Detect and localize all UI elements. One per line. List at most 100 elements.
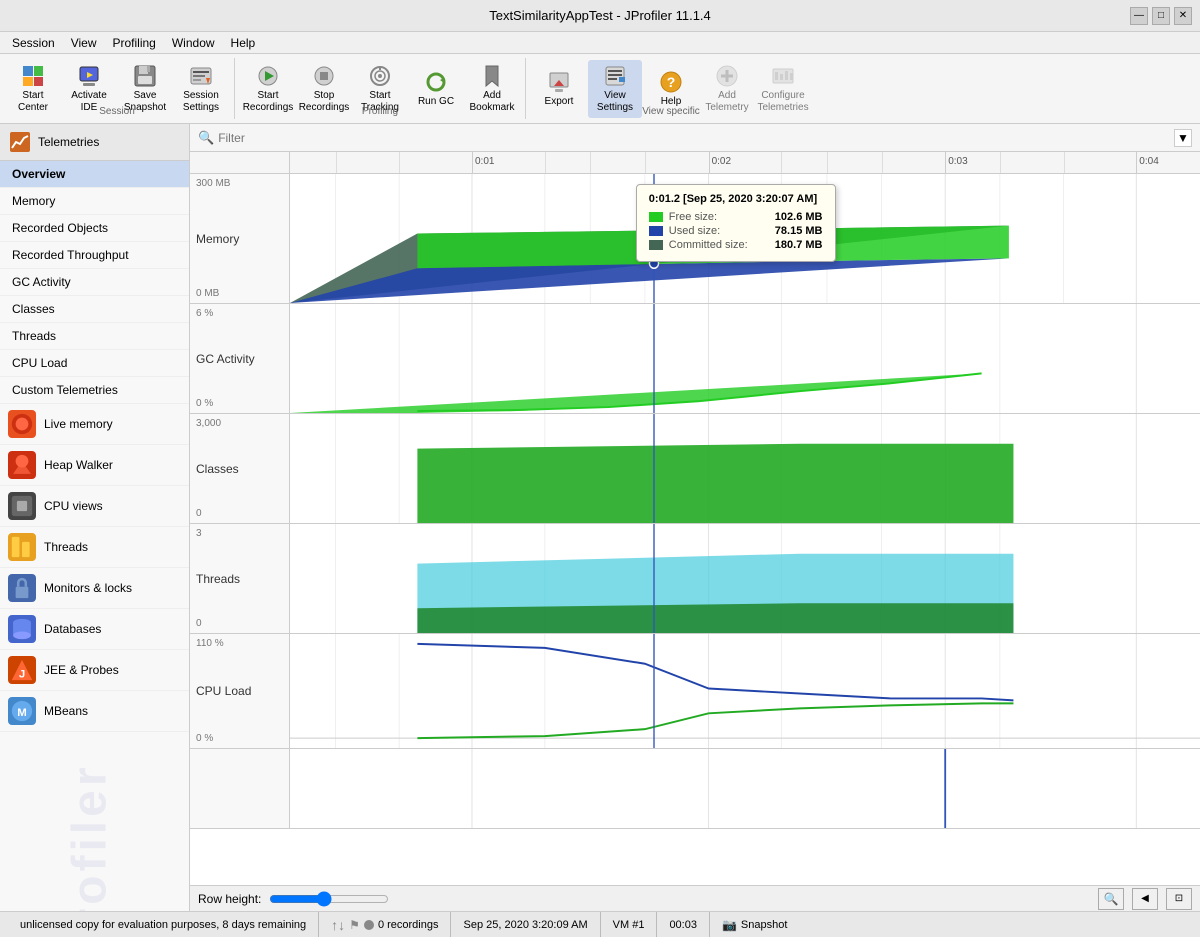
run-gc-label: Run GC — [418, 96, 454, 108]
ruler-tick-1: 0:02 — [709, 152, 731, 173]
sidebar-item-databases[interactable]: Databases — [0, 609, 189, 650]
sidebar-item-memory[interactable]: Memory — [0, 188, 189, 215]
sidebar-item-cpu-load[interactable]: CPU Load — [0, 350, 189, 377]
add-bookmark-label: AddBookmark — [469, 90, 514, 114]
export-button[interactable]: Export — [532, 60, 586, 118]
datetime-text: Sep 25, 2020 3:20:09 AM — [463, 919, 587, 931]
threads-icon — [8, 533, 36, 561]
chart-row-gc-activity: 6 % GC Activity 0 % — [190, 304, 1200, 414]
close-button[interactable]: ✕ — [1174, 7, 1192, 25]
timeline-container[interactable]: 0:01 0:02 0:03 0:04 — [190, 152, 1200, 885]
chart-row-cpu-load: 110 % CPU Load 0 % — [190, 634, 1200, 749]
menu-view[interactable]: View — [63, 34, 105, 52]
chart-label-threads: 3 Threads 0 — [190, 524, 290, 633]
export-label: Export — [545, 96, 574, 108]
toolbar: StartCenter ActivateIDE SaveSnapshot Ses… — [0, 54, 1200, 124]
window-title: TextSimilarityAppTest - JProfiler 11.1.4 — [489, 8, 711, 23]
menu-session[interactable]: Session — [4, 34, 63, 52]
ruler-label-area — [190, 152, 290, 173]
sidebar-item-classes[interactable]: Classes — [0, 296, 189, 323]
databases-icon — [8, 615, 36, 643]
filter-dropdown-button[interactable]: ▼ — [1174, 129, 1192, 147]
memory-chart-svg — [290, 174, 1200, 303]
filter-input[interactable] — [218, 131, 1170, 145]
view-settings-button[interactable]: ViewSettings — [588, 60, 642, 118]
menu-profiling[interactable]: Profiling — [105, 34, 164, 52]
cpu-chart-svg — [290, 634, 1200, 748]
row-height-label: Row height: — [198, 892, 261, 906]
svg-text:?: ? — [667, 74, 676, 90]
add-telemetry-button[interactable]: AddTelemetry — [700, 60, 754, 118]
sidebar-item-jee-probes[interactable]: J JEE & Probes — [0, 650, 189, 691]
row-height-slider[interactable] — [269, 891, 389, 907]
time-ruler: 0:01 0:02 0:03 0:04 — [190, 152, 1200, 174]
jee-probes-icon: J — [8, 656, 36, 684]
sidebar-item-gc-activity[interactable]: GC Activity — [0, 269, 189, 296]
filter-bar: 🔍 ▼ — [190, 124, 1200, 152]
view-settings-label: ViewSettings — [597, 90, 633, 114]
add-bookmark-button[interactable]: AddBookmark — [465, 60, 519, 118]
monitors-locks-icon — [8, 574, 36, 602]
status-datetime: Sep 25, 2020 3:20:09 AM — [451, 912, 600, 937]
sidebar-item-heap-walker[interactable]: Heap Walker — [0, 445, 189, 486]
chart-row-threads: 3 Threads 0 — [190, 524, 1200, 634]
minimize-button[interactable]: — — [1130, 7, 1148, 25]
title-bar: TextSimilarityAppTest - JProfiler 11.1.4… — [0, 0, 1200, 32]
chart-label-cpu: 110 % CPU Load 0 % — [190, 634, 290, 748]
sidebar-item-live-memory[interactable]: Live memory — [0, 404, 189, 445]
telemetries-title: Telemetries — [38, 135, 99, 149]
status-recordings: ↑↓ ⚑ 0 recordings — [319, 912, 451, 937]
stop-recordings-label: StopRecordings — [299, 90, 350, 114]
chart-canvas-memory: 0:01.2 [Sep 25, 2020 3:20:07 AM] Free si… — [290, 174, 1200, 303]
sidebar-item-threads[interactable]: Threads — [0, 323, 189, 350]
session-settings-button[interactable]: SessionSettings — [174, 60, 228, 118]
chart-canvas-classes — [290, 414, 1200, 523]
search-button[interactable]: 🔍 — [1098, 888, 1124, 910]
monitors-locks-label: Monitors & locks — [44, 581, 132, 595]
recordings-dot — [364, 920, 374, 930]
databases-label: Databases — [44, 622, 101, 636]
chart-row-memory: 300 MB Memory 0 MB — [190, 174, 1200, 304]
run-gc-button[interactable]: Run GC — [409, 60, 463, 118]
svg-text:J: J — [19, 669, 25, 681]
classes-chart-svg — [290, 414, 1200, 523]
ruler-tick-2: 0:03 — [945, 152, 967, 173]
sidebar-item-mbeans[interactable]: M MBeans — [0, 691, 189, 732]
sidebar-item-recorded-objects[interactable]: Recorded Objects — [0, 215, 189, 242]
sidebar-item-threads[interactable]: Threads — [0, 527, 189, 568]
configure-telemetries-button[interactable]: ConfigureTelemetries — [756, 60, 810, 118]
content-area: 🔍 ▼ 0:01 0:02 0:03 0:04 — [190, 124, 1200, 911]
maximize-button[interactable]: □ — [1152, 7, 1170, 25]
heap-walker-label: Heap Walker — [44, 458, 113, 472]
stop-recordings-button[interactable]: StopRecordings — [297, 60, 351, 118]
start-recordings-button[interactable]: StartRecordings — [241, 60, 295, 118]
menu-help[interactable]: Help — [223, 34, 264, 52]
empty-svg — [290, 749, 1200, 828]
add-telemetry-label: AddTelemetry — [705, 90, 748, 114]
search-prev-button[interactable]: ◀ — [1132, 888, 1158, 910]
sidebar-item-custom-telemetries[interactable]: Custom Telemetries — [0, 377, 189, 404]
status-time: 00:03 — [657, 912, 710, 937]
toolbar-group-view: Export ViewSettings ? Help AddTelemetry … — [526, 58, 816, 119]
ruler-ticks: 0:01 0:02 0:03 0:04 — [290, 152, 1200, 173]
chart-label-memory: 300 MB Memory 0 MB — [190, 174, 290, 303]
mbeans-label: MBeans — [44, 704, 88, 718]
sidebar: Telemetries Overview Memory Recorded Obj… — [0, 124, 190, 911]
filter-icon: 🔍 — [198, 130, 214, 146]
configure-telemetries-label: ConfigureTelemetries — [757, 90, 808, 114]
sidebar-item-monitors-locks[interactable]: Monitors & locks — [0, 568, 189, 609]
cpu-views-icon — [8, 492, 36, 520]
live-memory-label: Live memory — [44, 417, 113, 431]
sidebar-item-recorded-throughput[interactable]: Recorded Throughput — [0, 242, 189, 269]
fit-width-button[interactable]: ⊡ — [1166, 888, 1192, 910]
sidebar-item-overview[interactable]: Overview — [0, 161, 189, 188]
chart-canvas-cpu — [290, 634, 1200, 748]
start-center-button[interactable]: StartCenter — [6, 60, 60, 118]
threads-chart-svg — [290, 524, 1200, 633]
menu-bar: Session View Profiling Window Help — [0, 32, 1200, 54]
snapshot-icon: 📷 — [722, 918, 737, 932]
menu-window[interactable]: Window — [164, 34, 223, 52]
toolbar-group-profiling: StartRecordings StopRecordings StartTrac… — [235, 58, 526, 119]
window-controls: — □ ✕ — [1130, 7, 1192, 25]
sidebar-item-cpu-views[interactable]: CPU views — [0, 486, 189, 527]
